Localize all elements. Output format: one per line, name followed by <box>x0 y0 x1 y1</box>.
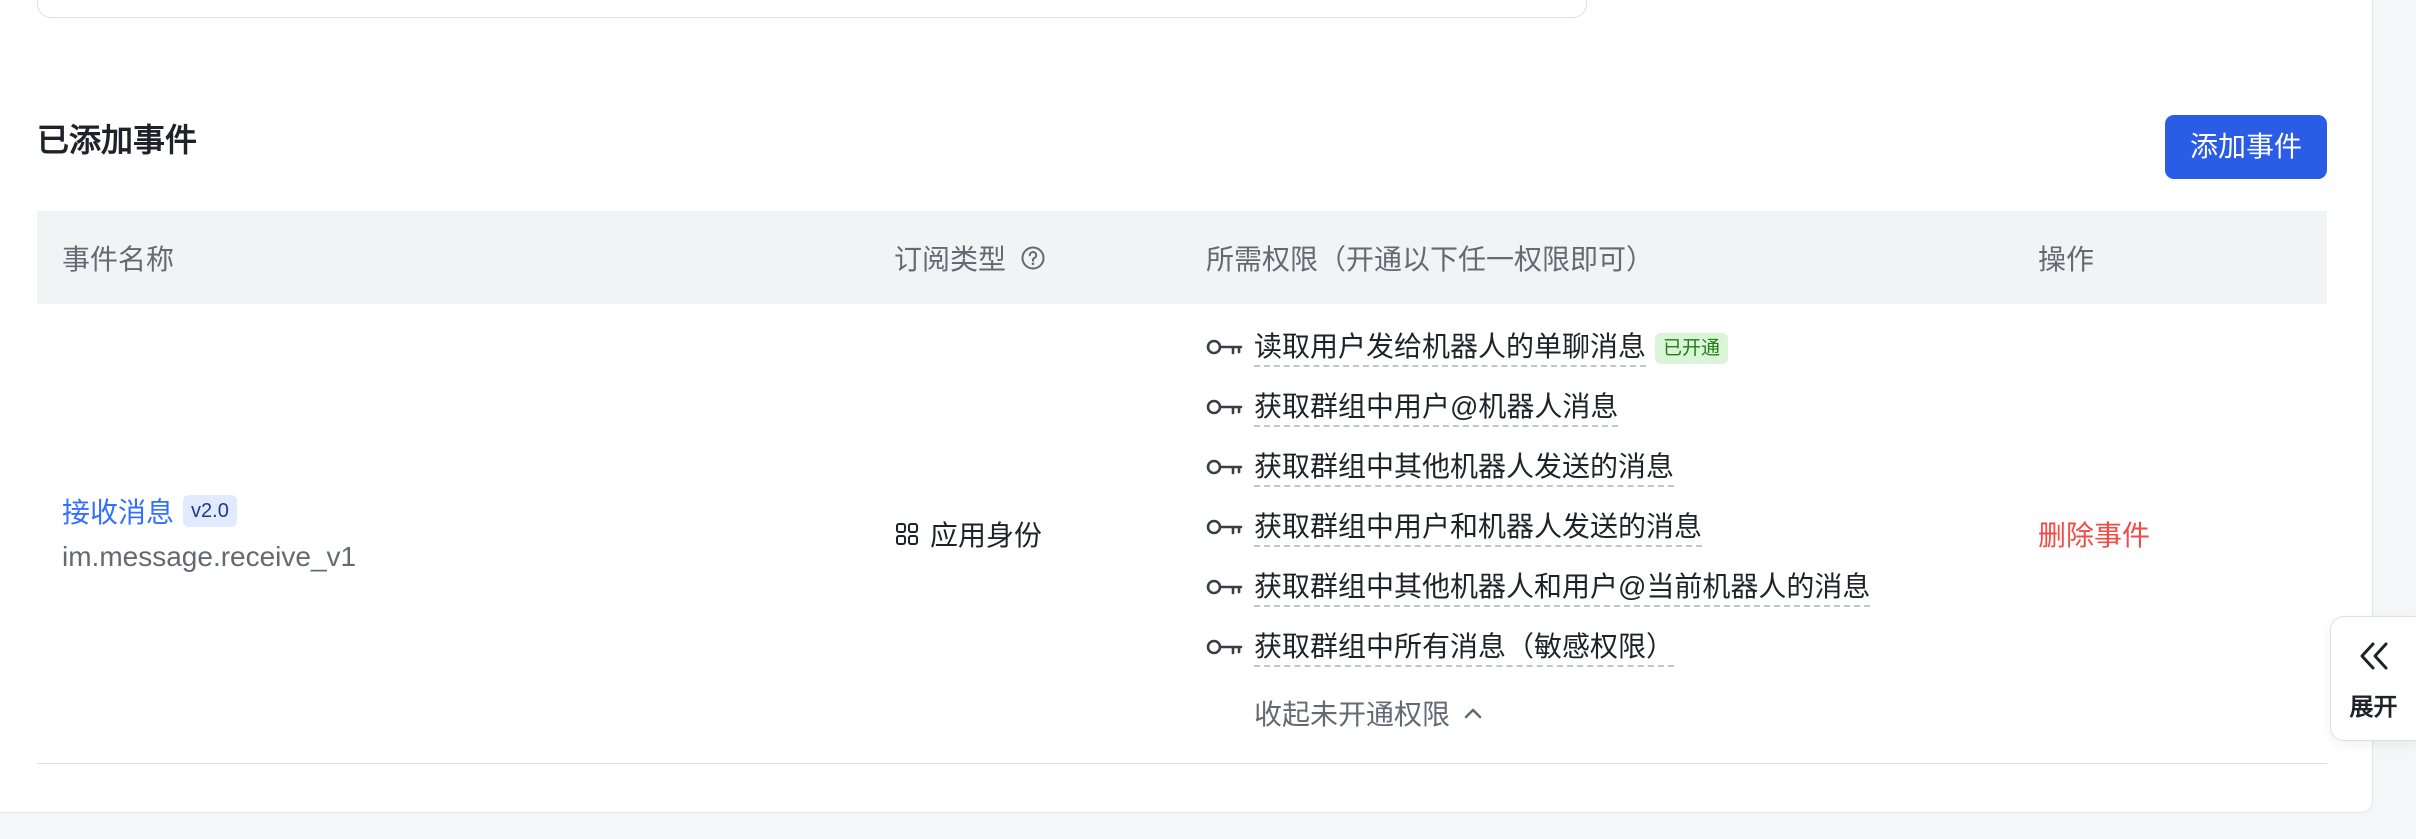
event-key: im.message.receive_v1 <box>62 540 357 572</box>
header-subscription-type: 订阅类型 <box>894 211 1046 304</box>
table-header: 事件名称 订阅类型 所需权限（开通以下任一权限即可） 操作 <box>37 211 2327 304</box>
list-item: 获取群组中所有消息（敏感权限） <box>1206 618 1870 678</box>
grid-icon <box>894 521 920 547</box>
table-row: 接收消息 v2.0 im.message.receive_v1 应用身份 读取用… <box>37 304 2327 764</box>
add-event-button[interactable]: 添加事件 <box>2165 115 2327 179</box>
list-item: 获取群组中用户@机器人消息 <box>1206 378 1870 438</box>
header-permissions: 所需权限（开通以下任一权限即可） <box>1206 211 1654 304</box>
key-icon <box>1206 637 1243 659</box>
event-name-line: 接收消息 v2.0 <box>62 488 356 534</box>
subscription-type: 应用身份 <box>894 514 1042 554</box>
permission-label[interactable]: 获取群组中用户和机器人发送的消息 <box>1254 509 1703 547</box>
key-icon <box>1206 577 1243 599</box>
content-panel: 已添加事件 添加事件 事件名称 订阅类型 所需权限（开通以下任一权限即可） 操作… <box>0 0 2373 813</box>
header-event-name-label: 事件名称 <box>62 243 175 275</box>
list-item: 获取群组中其他机器人和用户@当前机器人的消息 <box>1206 558 1871 618</box>
collapse-label: 收起未开通权限 <box>1254 699 1451 730</box>
enabled-badge: 已开通 <box>1655 332 1729 364</box>
list-item: 读取用户发给机器人的单聊消息 已开通 <box>1206 318 1870 378</box>
permission-label[interactable]: 获取群组中用户@机器人消息 <box>1254 389 1619 427</box>
version-badge: v2.0 <box>183 494 237 527</box>
list-item: 获取群组中用户和机器人发送的消息 <box>1206 498 1870 558</box>
permission-list: 读取用户发给机器人的单聊消息 已开通 获取群组中用户@机器人消息 获取群组中其他… <box>1206 318 1871 743</box>
expand-label: 展开 <box>2349 694 2398 721</box>
event-name-cell: 接收消息 v2.0 im.message.receive_v1 <box>62 304 356 763</box>
events-table: 事件名称 订阅类型 所需权限（开通以下任一权限即可） 操作 接收消息 v2.0 … <box>37 211 2327 764</box>
double-chevron-left-icon <box>2353 635 2395 677</box>
permission-label[interactable]: 获取群组中所有消息（敏感权限） <box>1254 629 1675 667</box>
side-expand-button[interactable]: 展开 <box>2330 616 2416 741</box>
key-icon <box>1206 337 1243 359</box>
header-subscription-type-label: 订阅类型 <box>894 243 1007 275</box>
key-icon <box>1206 457 1243 479</box>
section-title: 已添加事件 <box>37 122 198 158</box>
delete-event-button[interactable]: 删除事件 <box>2038 514 2150 554</box>
header-permissions-label: 所需权限（开通以下任一权限即可） <box>1206 243 1655 275</box>
chevron-up-icon <box>1460 700 1486 726</box>
subscription-type-cell: 应用身份 <box>894 304 1042 763</box>
previous-section-card <box>37 0 1587 18</box>
key-icon <box>1206 397 1243 419</box>
header-actions: 操作 <box>2038 211 2094 304</box>
list-item: 获取群组中其他机器人发送的消息 <box>1206 438 1870 498</box>
page: 已添加事件 添加事件 事件名称 订阅类型 所需权限（开通以下任一权限即可） 操作… <box>0 0 2416 839</box>
permission-label[interactable]: 获取群组中其他机器人发送的消息 <box>1254 449 1675 487</box>
header-actions-label: 操作 <box>2038 243 2095 275</box>
actions-cell: 删除事件 <box>2038 304 2150 763</box>
permission-label[interactable]: 获取群组中其他机器人和用户@当前机器人的消息 <box>1254 569 1871 607</box>
key-icon <box>1206 517 1243 539</box>
permission-label[interactable]: 读取用户发给机器人的单聊消息 <box>1254 329 1647 367</box>
subscription-type-label: 应用身份 <box>930 519 1043 551</box>
header-event-name: 事件名称 <box>62 211 174 304</box>
collapse-permissions-toggle[interactable]: 收起未开通权限 <box>1254 683 1870 743</box>
help-circle-icon[interactable] <box>1020 245 1046 271</box>
event-name-link[interactable]: 接收消息 <box>62 491 174 531</box>
